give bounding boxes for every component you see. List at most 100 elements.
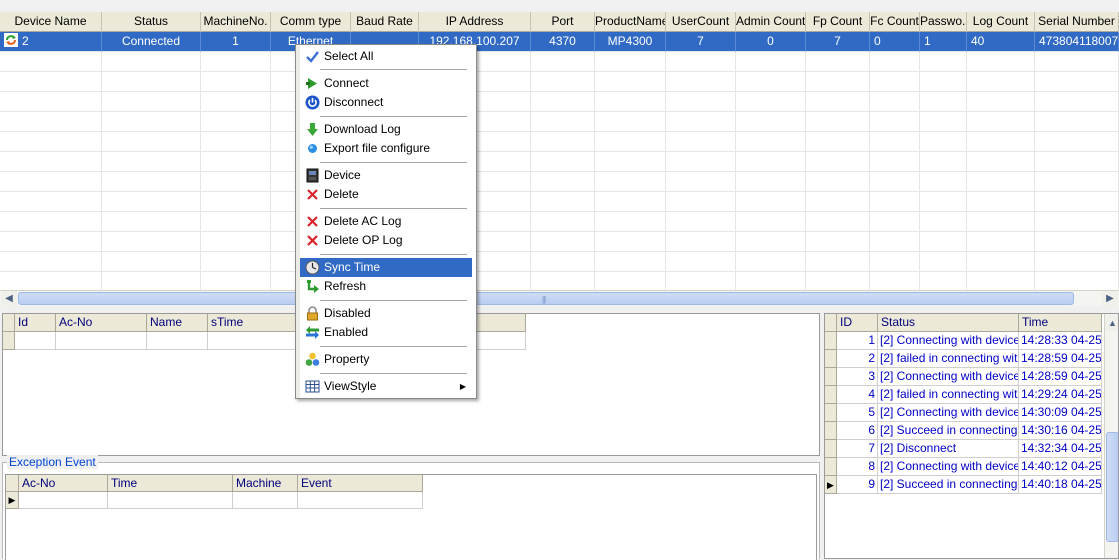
empty-cell xyxy=(1035,112,1119,132)
status-grid[interactable]: ID Status Time 1 [2] Connecting with devi… xyxy=(824,313,1119,559)
col-product-name[interactable]: ProductName xyxy=(595,12,666,32)
empty-cell xyxy=(920,92,967,112)
empty-cell xyxy=(298,492,423,509)
device-row[interactable]: 2 Connected 1 Ethernet 192.168.100.207 4… xyxy=(0,32,1119,52)
status-text-cell: [2] Disconnect xyxy=(878,440,1019,458)
log-count-cell[interactable]: 40 xyxy=(967,32,1035,52)
machine-no-cell[interactable]: 1 xyxy=(201,32,271,52)
status-row[interactable]: 6 [2] Succeed in connecting wi 14:30:16 04… xyxy=(825,422,1102,440)
col-admin-count[interactable]: Admin Count xyxy=(736,12,806,32)
col-fc-count[interactable]: Fc Count xyxy=(870,12,920,32)
col-status[interactable]: Status xyxy=(102,12,201,32)
empty-cell xyxy=(531,172,595,192)
menu-item-select-all[interactable]: Select All xyxy=(300,47,472,66)
col-serial-number[interactable]: Serial Number xyxy=(1035,12,1119,32)
serial-number-cell[interactable]: 4738041180078 xyxy=(1035,32,1119,52)
empty-cell xyxy=(870,192,920,212)
col-baud-rate[interactable]: Baud Rate xyxy=(351,12,419,32)
col-log-count[interactable]: Log Count xyxy=(967,12,1035,32)
col-id[interactable]: ID xyxy=(837,314,878,332)
row-header xyxy=(3,332,15,350)
col-comm-type[interactable]: Comm type xyxy=(271,12,351,32)
menu-item-device[interactable]: Device xyxy=(300,166,472,185)
status-row[interactable]: 7 [2] Disconnect 14:32:34 04-25 xyxy=(825,440,1102,458)
fc-count-cell[interactable]: 0 xyxy=(870,32,920,52)
col-status[interactable]: Status xyxy=(878,314,1019,332)
fp-count-cell[interactable]: 7 xyxy=(806,32,870,52)
col-device-name[interactable]: Device Name xyxy=(0,12,102,32)
menu-item-delete-ac-log[interactable]: Delete AC Log xyxy=(300,212,472,231)
scroll-up-button[interactable]: ▲ xyxy=(1105,315,1118,331)
status-cell[interactable]: Connected xyxy=(102,32,201,52)
col-password[interactable]: Passwo... xyxy=(920,12,967,32)
empty-cell xyxy=(0,72,102,92)
menu-item-connect[interactable]: Connect xyxy=(300,74,472,93)
exception-event-group: Exception Event Ac-No Time Machine Event… xyxy=(2,455,820,560)
col-ip-address[interactable]: IP Address xyxy=(419,12,531,32)
col-time[interactable]: Time xyxy=(1019,314,1102,332)
col-ac-no[interactable]: Ac-No xyxy=(56,314,147,332)
status-row[interactable]: 8 [2] Connecting with device,pl 14:40:12 0… xyxy=(825,458,1102,476)
empty-cell xyxy=(0,52,102,72)
password-cell[interactable]: 1 xyxy=(920,32,967,52)
device-grid-hscrollbar[interactable]: ◀ ||| ▶ xyxy=(0,290,1119,306)
col-id[interactable]: Id xyxy=(15,314,56,332)
admin-count-cell[interactable]: 0 xyxy=(736,32,806,52)
menu-item-delete-op-log[interactable]: Delete OP Log xyxy=(300,231,472,250)
status-row[interactable]: 3 [2] Connecting with device,pl 14:28:59 0… xyxy=(825,368,1102,386)
empty-grid-row xyxy=(0,172,1119,192)
device-grid-header: Device Name Status MachineNo. Comm type … xyxy=(0,12,1119,32)
status-time-cell: 14:30:16 04-25 xyxy=(1019,422,1102,440)
menu-item-delete[interactable]: Delete xyxy=(300,185,472,204)
empty-cell xyxy=(870,272,920,290)
status-row[interactable]: ▶ 9 [2] Succeed in connecting wi 14:40:18 0… xyxy=(825,476,1102,494)
exception-grid[interactable]: Ac-No Time Machine Event ▶ xyxy=(5,474,817,560)
col-user-count[interactable]: UserCount xyxy=(666,12,736,32)
empty-cell xyxy=(967,52,1035,72)
status-row[interactable]: 1 [2] Connecting with device,pl 14:28:33 0… xyxy=(825,332,1102,350)
vscroll-thumb[interactable] xyxy=(1106,432,1118,542)
status-row[interactable]: 2 [2] failed in connecting with d 14:28:59… xyxy=(825,350,1102,368)
empty-cell xyxy=(201,272,271,290)
status-row[interactable]: 4 [2] failed in connecting with d 14:29:24… xyxy=(825,386,1102,404)
col-fp-count[interactable]: Fp Count xyxy=(806,12,870,32)
empty-cell xyxy=(531,272,595,290)
empty-cell xyxy=(1035,152,1119,172)
empty-cell xyxy=(201,252,271,272)
menu-item-sync-time[interactable]: Sync Time xyxy=(300,258,472,277)
col-machine-no[interactable]: MachineNo. xyxy=(201,12,271,32)
empty-grid-row xyxy=(0,72,1119,92)
menu-item-viewstyle[interactable]: ViewStyle ▶ xyxy=(300,377,472,396)
empty-cell xyxy=(666,152,736,172)
menu-item-download-log[interactable]: Download Log xyxy=(300,120,472,139)
product-name-cell[interactable]: MP4300 xyxy=(595,32,666,52)
menu-item-disconnect[interactable]: Disconnect xyxy=(300,93,472,112)
col-name[interactable]: Name xyxy=(147,314,208,332)
dot-icon xyxy=(308,144,317,153)
menu-item-export-file-configure[interactable]: Export file configure xyxy=(300,139,472,158)
menu-item-disabled[interactable]: Disabled xyxy=(300,304,472,323)
col-port[interactable]: Port xyxy=(531,12,595,32)
col-event[interactable]: Event xyxy=(298,475,423,492)
col-time[interactable]: Time xyxy=(108,475,233,492)
scroll-right-button[interactable]: ▶ xyxy=(1102,291,1118,306)
device-name-cell[interactable]: 2 xyxy=(0,32,102,52)
empty-cell xyxy=(666,112,736,132)
status-row[interactable]: 5 [2] Connecting with device,pl 14:30:09 0… xyxy=(825,404,1102,422)
status-vscrollbar[interactable]: ▲ xyxy=(1104,314,1118,558)
col-ac-no[interactable]: Ac-No xyxy=(19,475,108,492)
lock-icon xyxy=(307,306,318,321)
menu-item-enabled[interactable]: Enabled xyxy=(300,323,472,342)
menu-item-property[interactable]: Property xyxy=(300,350,472,369)
user-count-cell[interactable]: 7 xyxy=(666,32,736,52)
empty-cell xyxy=(736,152,806,172)
menu-item-refresh[interactable]: Refresh xyxy=(300,277,472,296)
context-menu: Select All Connect Disconnect Download L… xyxy=(295,44,477,399)
device-grid[interactable]: Device Name Status MachineNo. Comm type … xyxy=(0,12,1119,290)
port-cell[interactable]: 4370 xyxy=(531,32,595,52)
exception-empty-row[interactable]: ▶ xyxy=(6,492,423,509)
status-time-cell: 14:40:18 04-25 xyxy=(1019,476,1102,494)
hscroll-thumb[interactable]: ||| xyxy=(18,292,1074,305)
col-machine[interactable]: Machine xyxy=(233,475,298,492)
scroll-left-button[interactable]: ◀ xyxy=(1,291,17,306)
